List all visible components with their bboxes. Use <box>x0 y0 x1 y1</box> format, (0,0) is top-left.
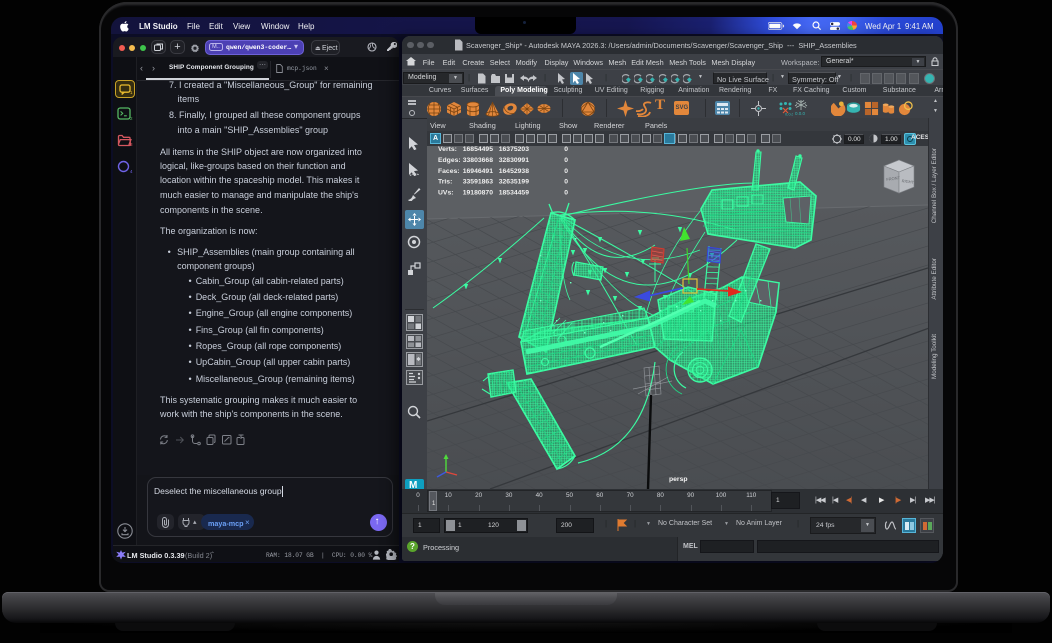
svg-text:0: 0 <box>564 168 568 175</box>
svg-text:0.0.0: 0.0.0 <box>795 111 806 116</box>
svg-text:UVs:: UVs: <box>438 190 454 197</box>
svg-text:16946491: 16946491 <box>463 168 493 175</box>
svg-text:0: 0 <box>564 179 568 186</box>
svg-text:16375203: 16375203 <box>499 146 529 153</box>
svg-text:persp: persp <box>669 476 688 483</box>
svg-text:Tris:: Tris: <box>438 179 452 186</box>
svg-text:Verts:: Verts: <box>438 146 457 153</box>
svg-text:33803668: 33803668 <box>463 157 493 164</box>
svg-text:0: 0 <box>564 157 568 164</box>
svg-text:16452938: 16452938 <box>499 168 529 175</box>
svg-text:33591863: 33591863 <box>463 179 493 186</box>
svg-text:Faces:: Faces: <box>438 168 460 175</box>
svg-text:0,0,0: 0,0,0 <box>785 112 793 117</box>
svg-text:0: 0 <box>564 190 568 197</box>
svg-text:16854495: 16854495 <box>463 146 493 153</box>
svg-text:Edges:: Edges: <box>438 157 461 164</box>
svg-text:19180870: 19180870 <box>463 190 493 197</box>
svg-text:0: 0 <box>564 146 568 153</box>
svg-text:18534459: 18534459 <box>499 190 529 197</box>
svg-text:32830991: 32830991 <box>499 157 529 164</box>
svg-text:32635199: 32635199 <box>499 179 529 186</box>
